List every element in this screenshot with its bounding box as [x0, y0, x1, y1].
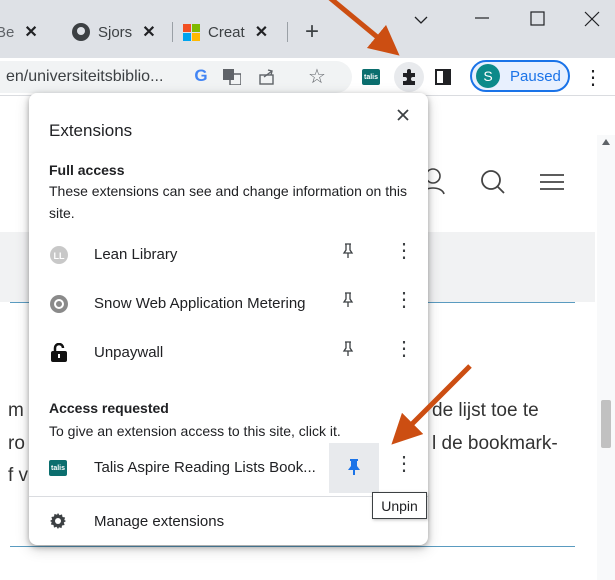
annotation-arrows: [328, 0, 472, 445]
annotation-arrow-extensions: [328, 0, 400, 56]
annotation-arrow-pin: [391, 364, 472, 445]
